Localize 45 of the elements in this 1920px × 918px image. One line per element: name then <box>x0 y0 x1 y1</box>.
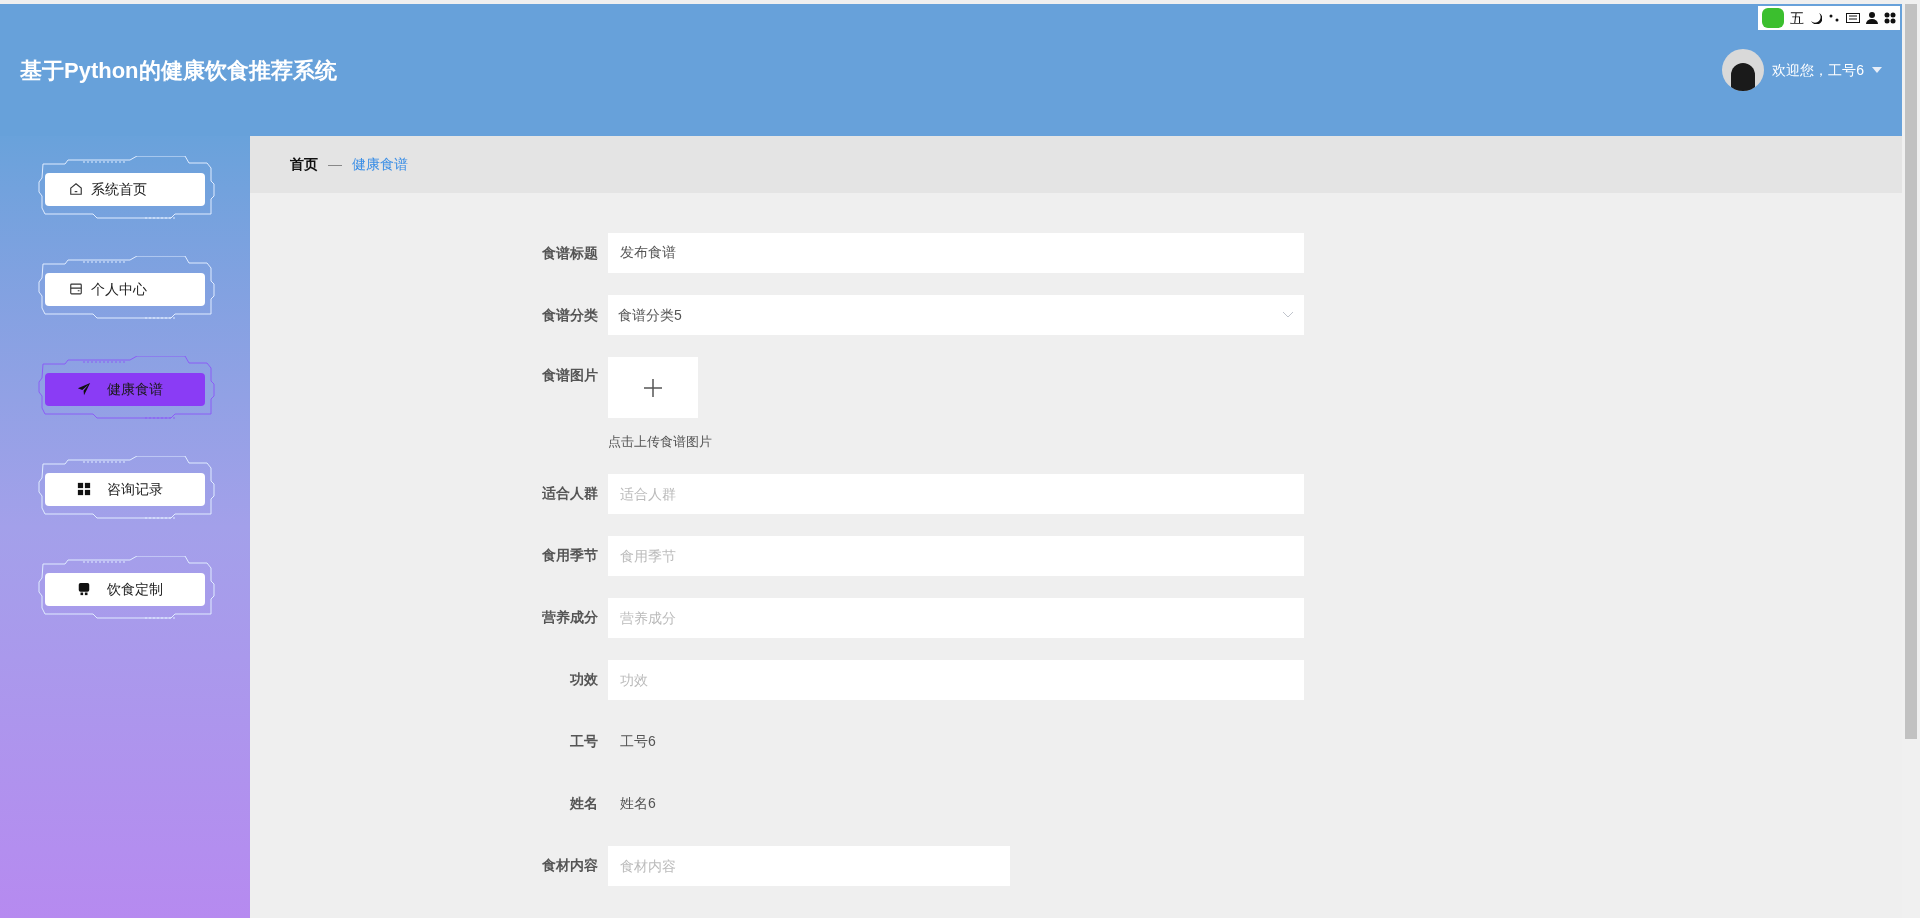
upload-button[interactable] <box>608 357 698 418</box>
input-field[interactable]: 食用季节 <box>608 535 1304 576</box>
app-title: 基于Python的健康饮食推荐系统 <box>20 56 337 85</box>
field-label: 姓名 <box>569 794 599 813</box>
field-label: 适合人群 <box>541 484 599 503</box>
s-logo-icon <box>1762 8 1784 28</box>
punctuation-icon <box>1828 12 1840 24</box>
input-field[interactable]: 发布食谱 <box>608 233 1304 273</box>
field-value: 姓名6 <box>619 794 656 813</box>
select-field[interactable]: 食谱分类5 <box>608 295 1304 335</box>
field-label: 工号 <box>569 732 599 751</box>
upload-hint: 点击上传食谱图片 <box>608 433 713 451</box>
caret-icon <box>1872 67 1882 73</box>
nav-item[interactable]: 咨询记录 <box>45 472 205 506</box>
input-field[interactable]: 适合人群 <box>608 473 1304 514</box>
field-value: 工号6 <box>619 732 656 751</box>
nav-item[interactable]: 系统首页 <box>45 172 205 206</box>
ime-mode[interactable]: 五 <box>1790 7 1804 29</box>
field-label: 食谱标题 <box>541 243 599 263</box>
grid-icon <box>77 482 91 496</box>
nav-item[interactable]: 饮食定制 <box>45 572 205 606</box>
field-label: 食材内容 <box>541 856 599 875</box>
moon-icon <box>1810 12 1822 24</box>
chevron-down-icon <box>1282 311 1294 319</box>
home-icon <box>69 182 83 196</box>
wallet-icon <box>69 282 83 296</box>
paper-plane-icon <box>77 382 91 396</box>
avatar <box>1722 49 1765 91</box>
input-field[interactable]: 营养成分 <box>608 597 1304 638</box>
scrollbar-thumb[interactable] <box>1905 4 1917 739</box>
field-label: 食用季节 <box>541 546 599 565</box>
store-icon <box>77 582 91 596</box>
field-label: 食谱图片 <box>541 366 599 385</box>
plus-icon <box>643 377 663 398</box>
breadcrumb-separator: — <box>328 155 342 174</box>
nav-item[interactable]: 个人中心 <box>45 272 205 306</box>
field-label: 食谱分类 <box>541 305 599 325</box>
user-icon <box>1866 12 1878 24</box>
apps-icon <box>1884 12 1896 24</box>
input-field[interactable]: 功效 <box>608 659 1304 700</box>
keyboard-icon <box>1846 13 1860 23</box>
field-label: 功效 <box>569 670 599 689</box>
breadcrumb-link[interactable]: 首页 <box>290 154 318 175</box>
field-label: 营养成分 <box>541 608 599 627</box>
input-field[interactable]: 食材内容 <box>608 845 1010 886</box>
